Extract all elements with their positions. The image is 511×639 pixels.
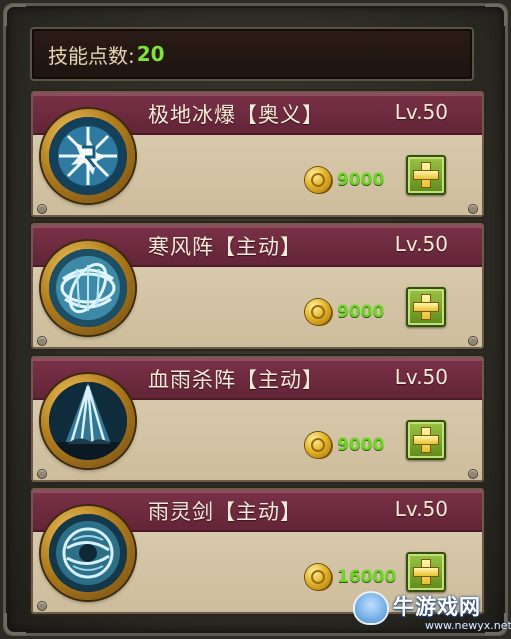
skill-points-label: 技能点数: <box>48 43 135 68</box>
cold-wind-formation-icon <box>49 249 127 327</box>
frame-corner <box>4 613 26 635</box>
skill-level: Lv.50 <box>394 365 448 389</box>
rivet <box>38 470 46 478</box>
skill-points-bar: 技能点数: 20 <box>30 27 474 81</box>
skill-icon-frame[interactable] <box>41 109 135 203</box>
upgrade-skill-button[interactable] <box>406 287 446 327</box>
cow-mascot-icon <box>355 593 387 623</box>
upgrade-skill-button[interactable] <box>406 420 446 460</box>
rivet <box>469 470 477 478</box>
frame-corner <box>4 4 26 26</box>
skill-icon-frame[interactable] <box>41 374 135 468</box>
cost-value: 9000 <box>337 170 385 190</box>
ice-explosion-icon <box>49 117 127 195</box>
skill-name: 雨灵剑【主动】 <box>148 500 302 524</box>
skill-card-polar-ice-explosion: 极地冰爆【奥义】 Lv.50 9000 <box>31 91 484 217</box>
rivet <box>38 205 46 213</box>
plus-icon <box>414 295 438 319</box>
plus-icon <box>414 560 438 584</box>
rivet <box>469 205 477 213</box>
plus-icon <box>414 428 438 452</box>
blood-rain-formation-icon <box>49 382 127 460</box>
plus-icon <box>414 163 438 187</box>
watermark-url: www.newyx.net <box>425 619 511 632</box>
cost-value: 9000 <box>337 302 385 322</box>
skill-level: Lv.50 <box>394 100 448 124</box>
skill-points-value: 20 <box>136 42 165 66</box>
rivet <box>38 602 46 610</box>
upgrade-cost: 9000 <box>305 432 384 458</box>
skill-card-blood-rain-formation: 血雨杀阵【主动】 Lv.50 9000 <box>31 356 484 482</box>
rain-spirit-sword-icon <box>49 514 127 592</box>
skill-level: Lv.50 <box>394 232 448 256</box>
skill-name: 寒风阵【主动】 <box>148 235 302 259</box>
rivet <box>469 337 477 345</box>
frame-corner <box>485 4 507 26</box>
upgrade-skill-button[interactable] <box>406 552 446 592</box>
skill-icon-frame[interactable] <box>41 241 135 335</box>
rivet <box>38 337 46 345</box>
upgrade-skill-button[interactable] <box>406 155 446 195</box>
gold-coin-icon <box>305 167 331 193</box>
gold-coin-icon <box>305 299 331 325</box>
site-watermark: 牛游戏网 www.newyx.net <box>355 591 511 635</box>
upgrade-cost: 9000 <box>305 167 384 193</box>
gold-coin-icon <box>305 564 331 590</box>
skill-card-cold-wind-formation: 寒风阵【主动】 Lv.50 9000 <box>31 223 484 349</box>
skill-name: 血雨杀阵【主动】 <box>148 368 324 392</box>
upgrade-cost: 9000 <box>305 299 384 325</box>
upgrade-cost: 16000 <box>305 564 396 590</box>
watermark-title: 牛游戏网 <box>393 595 481 619</box>
skill-icon-frame[interactable] <box>41 506 135 600</box>
gold-coin-icon <box>305 432 331 458</box>
skill-level: Lv.50 <box>394 497 448 521</box>
skill-name: 极地冰爆【奥义】 <box>148 103 324 127</box>
cost-value: 16000 <box>337 567 397 587</box>
cost-value: 9000 <box>337 435 385 455</box>
